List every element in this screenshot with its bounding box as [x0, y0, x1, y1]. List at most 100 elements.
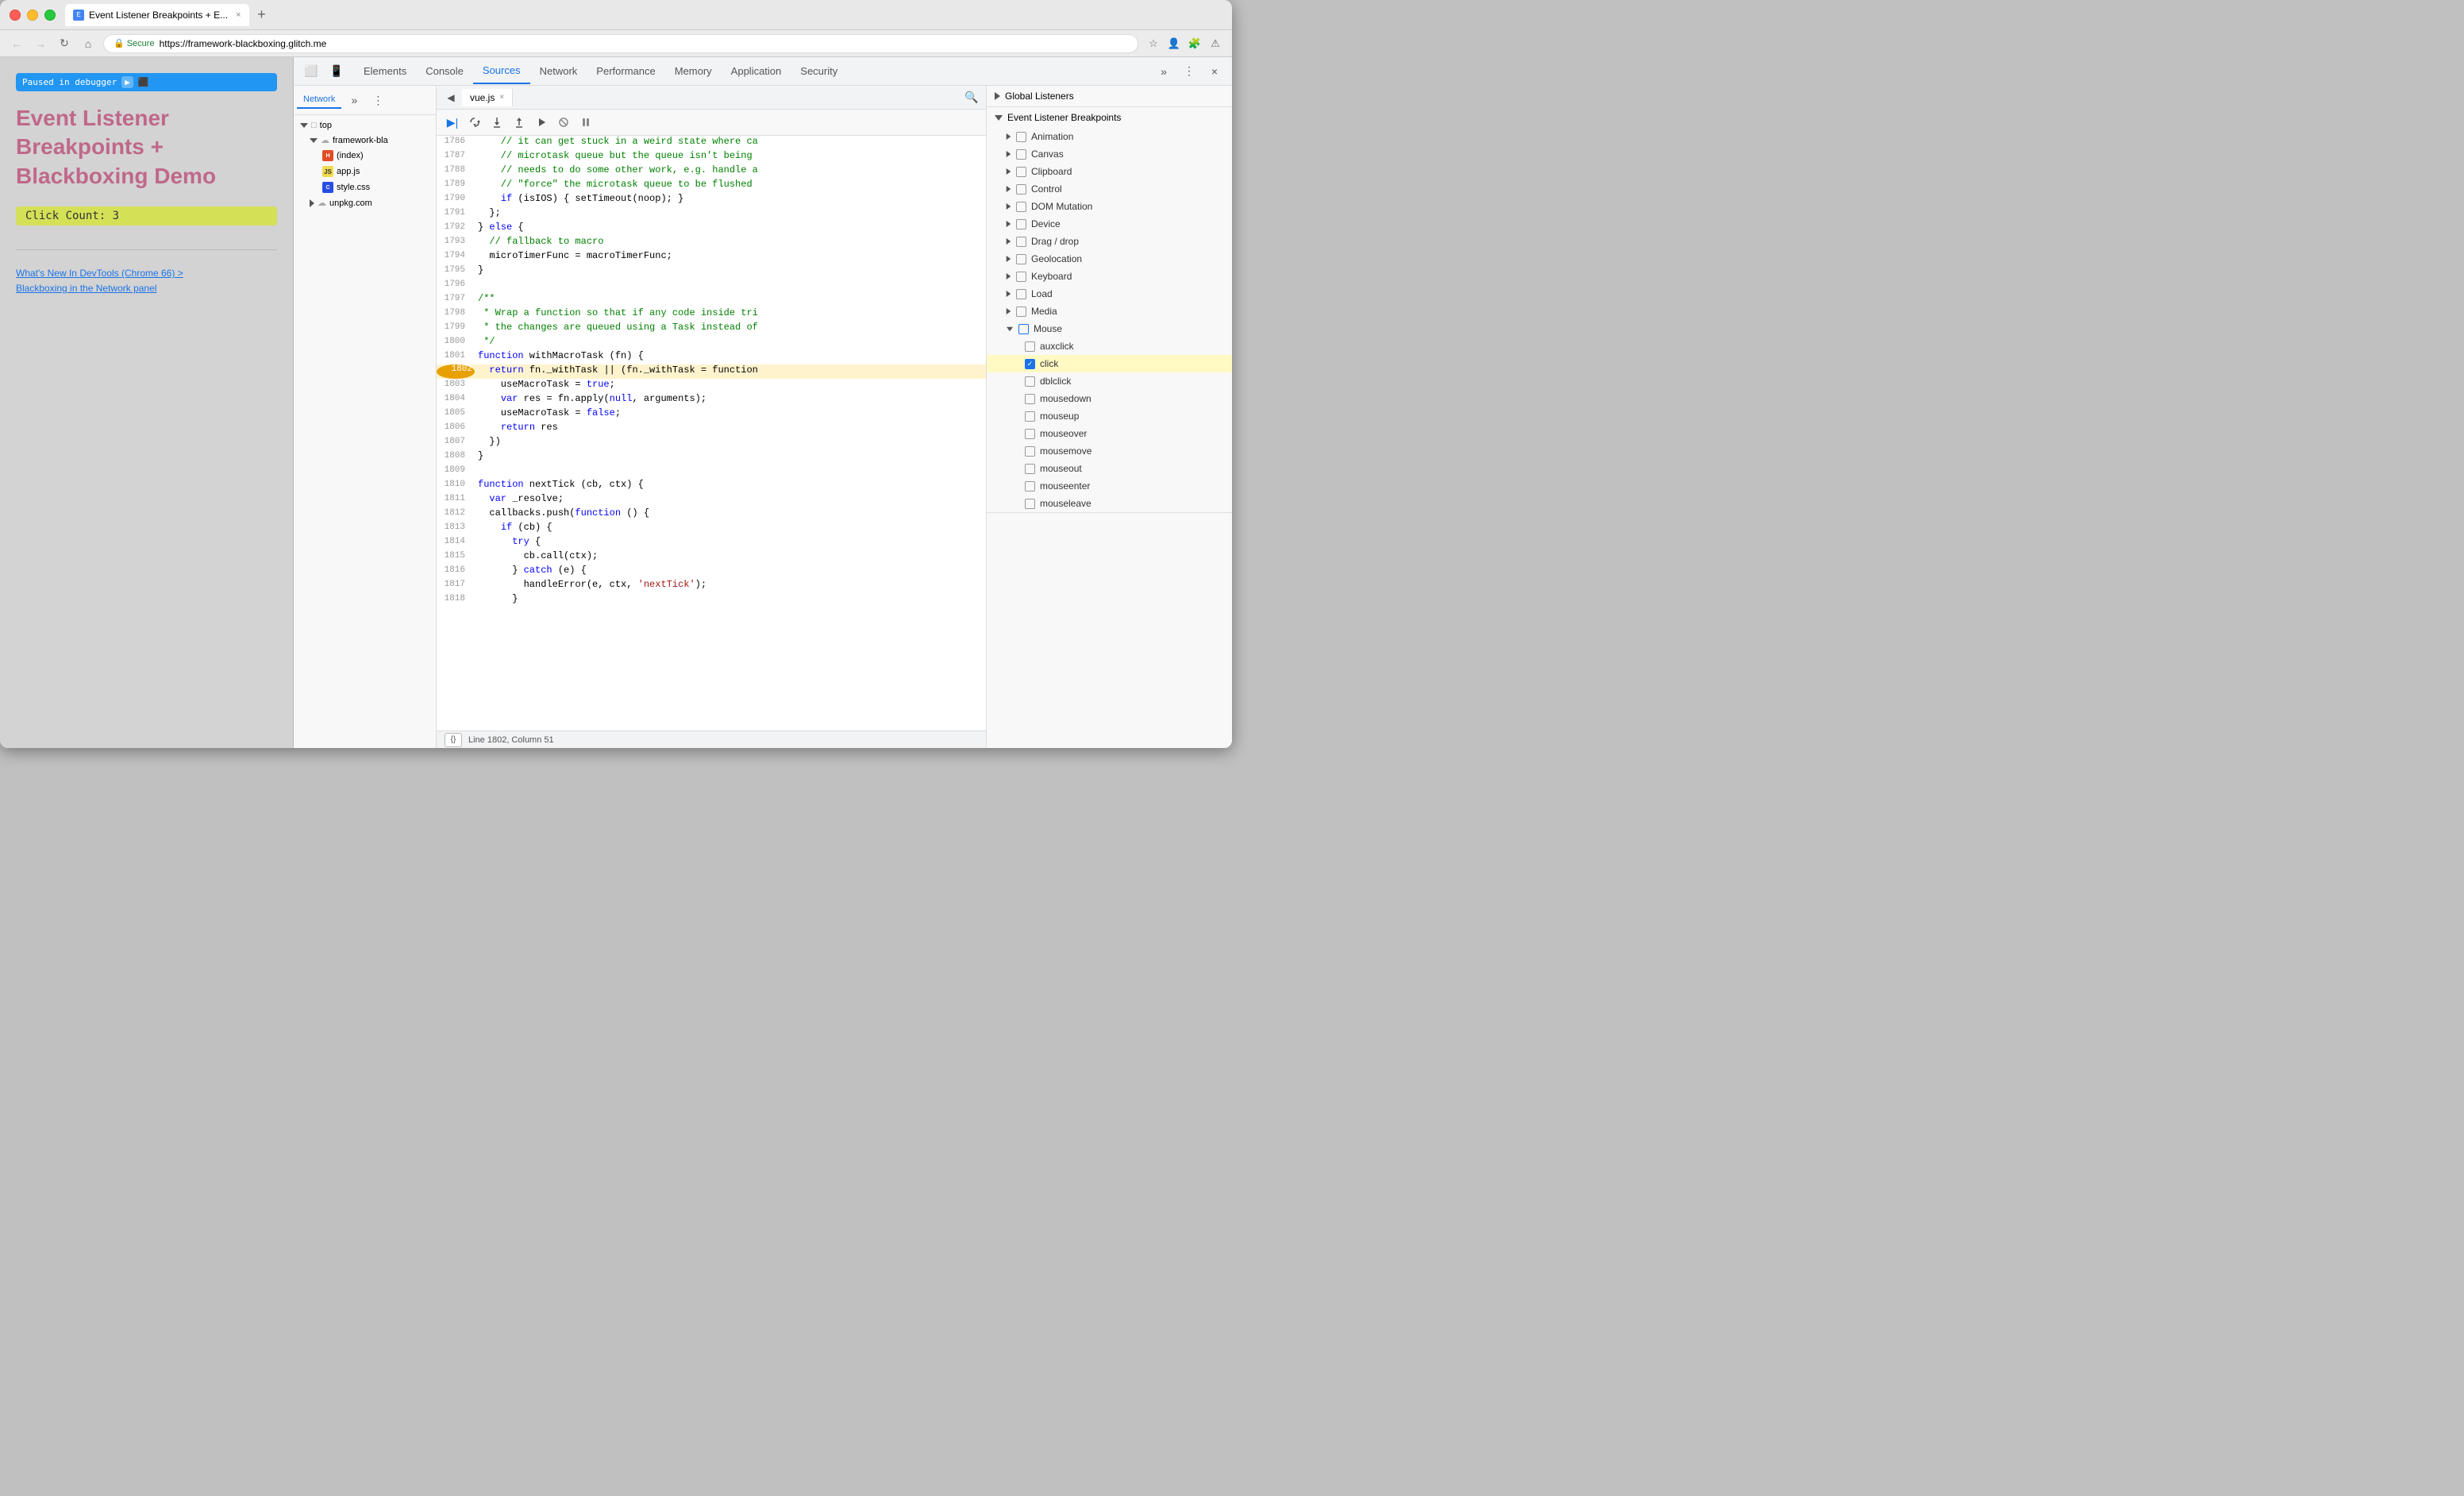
sources-more-button[interactable]: » — [343, 89, 365, 111]
bp-item-control[interactable]: Control — [987, 180, 1232, 198]
bp-checkbox-dblclick[interactable] — [1025, 376, 1035, 387]
bp-checkbox-control[interactable] — [1016, 184, 1026, 195]
bp-checkbox-mouseenter[interactable] — [1025, 481, 1035, 492]
profile-button[interactable]: 👤 — [1165, 35, 1183, 52]
bp-item-mousedown[interactable]: mousedown — [987, 390, 1232, 407]
bp-item-geolocation[interactable]: Geolocation — [987, 250, 1232, 268]
step-out-button[interactable] — [510, 113, 529, 132]
bp-checkbox-dom-mutation[interactable] — [1016, 202, 1026, 212]
maximize-window-button[interactable] — [44, 10, 56, 21]
tab-elements[interactable]: Elements — [354, 59, 416, 83]
bp-item-mousemove[interactable]: mousemove — [987, 442, 1232, 460]
alert-button[interactable]: ⚠ — [1207, 35, 1224, 52]
bp-checkbox-mouse[interactable] — [1018, 324, 1029, 334]
extension-button[interactable]: 🧩 — [1186, 35, 1203, 52]
bp-item-media[interactable]: Media — [987, 303, 1232, 320]
new-tab-button[interactable]: + — [252, 6, 271, 25]
minimize-window-button[interactable] — [27, 10, 38, 21]
event-listener-breakpoints-header[interactable]: Event Listener Breakpoints — [987, 107, 1232, 128]
bp-item-dom-mutation[interactable]: DOM Mutation — [987, 198, 1232, 215]
bp-item-mouseover[interactable]: mouseover — [987, 425, 1232, 442]
editor-tab-vuejs[interactable]: vue.js × — [462, 89, 513, 106]
bp-item-click[interactable]: ✓ click — [987, 355, 1232, 372]
bookmark-button[interactable]: ☆ — [1145, 35, 1162, 52]
back-button[interactable]: ← — [8, 35, 25, 52]
tab-sources[interactable]: Sources — [473, 58, 530, 84]
bp-checkbox-device[interactable] — [1016, 219, 1026, 229]
bp-item-device[interactable]: Device — [987, 215, 1232, 233]
bp-checkbox-geolocation[interactable] — [1016, 254, 1026, 264]
bp-checkbox-drag-drop[interactable] — [1016, 237, 1026, 247]
devtools-link[interactable]: What's New In DevTools (Chrome 66) > — [16, 266, 277, 281]
more-tabs-button[interactable]: » — [1153, 60, 1175, 83]
address-input[interactable]: 🔒 Secure https://framework-blackboxing.g… — [103, 34, 1138, 53]
tree-item-index[interactable]: H (index) — [294, 148, 436, 164]
bp-checkbox-mousemove[interactable] — [1025, 446, 1035, 457]
bp-checkbox-mouseup[interactable] — [1025, 411, 1035, 422]
bp-checkbox-clipboard[interactable] — [1016, 167, 1026, 177]
step-over-button[interactable] — [465, 113, 484, 132]
tab-performance[interactable]: Performance — [587, 59, 664, 83]
bp-checkbox-keyboard[interactable] — [1016, 272, 1026, 282]
bp-checkbox-click[interactable]: ✓ — [1025, 359, 1035, 369]
tree-item-appjs[interactable]: JS app.js — [294, 164, 436, 179]
tab-close-button[interactable]: × — [236, 10, 241, 20]
inspect-element-button[interactable]: ⬜ — [300, 60, 322, 83]
reload-button[interactable]: ↻ — [56, 35, 73, 52]
tree-item-unpkg[interactable]: ☁ unpkg.com — [294, 195, 436, 210]
bp-checkbox-mouseout[interactable] — [1025, 464, 1035, 474]
global-listeners-header[interactable]: Global Listeners — [987, 86, 1232, 106]
bp-checkbox-mouseleave[interactable] — [1025, 499, 1035, 509]
bp-item-animation[interactable]: Animation — [987, 128, 1232, 145]
bp-checkbox-load[interactable] — [1016, 289, 1026, 299]
format-button[interactable]: {} — [445, 733, 462, 747]
bp-item-canvas[interactable]: Canvas — [987, 145, 1232, 163]
resume-button[interactable]: ▶| — [443, 113, 462, 132]
tab-application[interactable]: Application — [722, 59, 791, 83]
close-window-button[interactable] — [10, 10, 21, 21]
navigate-back-editor-button[interactable]: ◀ — [440, 87, 462, 109]
tab-console[interactable]: Console — [416, 59, 473, 83]
bp-item-mouseenter[interactable]: mouseenter — [987, 477, 1232, 495]
bp-item-load[interactable]: Load — [987, 285, 1232, 303]
bp-item-keyboard[interactable]: Keyboard — [987, 268, 1232, 285]
bp-item-dblclick[interactable]: dblclick — [987, 372, 1232, 390]
sources-network-tab[interactable]: Network — [297, 91, 341, 109]
close-devtools-button[interactable]: × — [1203, 60, 1226, 83]
bp-checkbox-mouseover[interactable] — [1025, 429, 1035, 439]
tree-item-framework[interactable]: ☁ framework-bla — [294, 133, 436, 148]
search-in-file-button[interactable]: 🔍 — [961, 87, 983, 109]
tab-security[interactable]: Security — [791, 59, 847, 83]
bp-item-clipboard[interactable]: Clipboard — [987, 163, 1232, 180]
tab-network[interactable]: Network — [530, 59, 587, 83]
deactivate-breakpoints-button[interactable] — [554, 113, 573, 132]
editor-tab-close-button[interactable]: × — [499, 93, 504, 102]
step-into-button[interactable] — [487, 113, 506, 132]
code-content[interactable]: 1786 // it can get stuck in a weird stat… — [437, 136, 986, 731]
blackboxing-link[interactable]: Blackboxing in the Network panel — [16, 281, 277, 296]
home-button[interactable]: ⌂ — [79, 35, 97, 52]
pause-on-exceptions-button[interactable] — [576, 113, 595, 132]
bp-item-mouseup[interactable]: mouseup — [987, 407, 1232, 425]
bp-checkbox-media[interactable] — [1016, 307, 1026, 317]
bp-checkbox-animation[interactable] — [1016, 132, 1026, 142]
bp-item-drag-drop[interactable]: Drag / drop — [987, 233, 1232, 250]
step-button[interactable] — [532, 113, 551, 132]
tree-item-top[interactable]: □ top — [294, 118, 436, 133]
active-browser-tab[interactable]: E Event Listener Breakpoints + E... × — [65, 4, 249, 26]
bp-item-mouse[interactable]: Mouse — [987, 320, 1232, 337]
bp-checkbox-canvas[interactable] — [1016, 149, 1026, 160]
device-toolbar-button[interactable]: 📱 — [325, 60, 348, 83]
forward-button[interactable]: → — [32, 35, 49, 52]
bp-item-mouseleave[interactable]: mouseleave — [987, 495, 1232, 512]
tree-item-stylecss[interactable]: C style.css — [294, 179, 436, 195]
sources-menu-button[interactable]: ⋮ — [367, 89, 389, 111]
tab-memory[interactable]: Memory — [665, 59, 722, 83]
bp-checkbox-auxclick[interactable] — [1025, 341, 1035, 352]
cloud-icon: ☁ — [321, 135, 329, 145]
bp-item-auxclick[interactable]: auxclick — [987, 337, 1232, 355]
bp-checkbox-mousedown[interactable] — [1025, 394, 1035, 404]
resume-from-banner-button[interactable]: ▶ — [121, 76, 133, 88]
devtools-menu-button[interactable]: ⋮ — [1178, 60, 1200, 83]
bp-item-mouseout[interactable]: mouseout — [987, 460, 1232, 477]
